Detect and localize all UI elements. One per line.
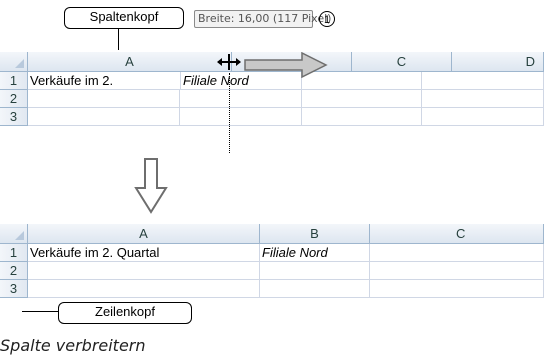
row-header-callout-leader xyxy=(22,311,58,312)
cell-a3[interactable] xyxy=(28,280,260,298)
down-arrow-icon xyxy=(134,158,168,214)
cell-b2[interactable] xyxy=(260,262,370,280)
row-header-1-label: 1 xyxy=(9,245,18,260)
row-header-3-label: 3 xyxy=(9,109,18,124)
column-header-a[interactable]: A xyxy=(28,224,260,244)
cell-b3[interactable] xyxy=(180,108,302,126)
cell-c3[interactable] xyxy=(302,108,422,126)
row-header-callout: Zeilenkopf xyxy=(58,302,192,324)
cell-c2[interactable] xyxy=(370,262,544,280)
column-header-b[interactable]: B xyxy=(260,224,370,244)
figure-caption: Spalte verbreitern xyxy=(0,336,146,355)
callout-leader-line xyxy=(118,29,119,50)
row-header-1[interactable]: 1 xyxy=(0,72,28,90)
row-header-2[interactable]: 2 xyxy=(0,90,28,108)
cell-a1-text: Verkäufe im 2. xyxy=(30,73,114,88)
column-resize-cursor-icon[interactable] xyxy=(216,53,242,71)
row-header-1-label: 1 xyxy=(9,73,18,88)
column-header-c[interactable]: C xyxy=(370,224,544,244)
row-header-1[interactable]: 1 xyxy=(0,244,28,262)
column-header-d[interactable]: D xyxy=(452,52,544,72)
column-header-callout-label: Spaltenkopf xyxy=(89,9,159,24)
cell-a1[interactable]: Verkäufe im 2. xyxy=(28,72,180,90)
row-header-3-label: 3 xyxy=(9,281,18,296)
cell-b1-text: Filiale Nord xyxy=(183,73,249,88)
cell-a1-text: Verkäufe im 2. Quartal xyxy=(30,245,160,260)
column-header-c-label: C xyxy=(456,226,466,241)
select-all-corner[interactable] xyxy=(0,224,28,244)
cell-d3[interactable] xyxy=(422,108,544,126)
row-header-3[interactable]: 3 xyxy=(0,108,28,126)
cell-a2[interactable] xyxy=(28,90,180,108)
cell-a3[interactable] xyxy=(28,108,180,126)
cell-d2[interactable] xyxy=(422,90,544,108)
column-width-tooltip-text: Breite: 16,00 (117 Pixel) xyxy=(198,12,332,25)
column-header-callout: Spaltenkopf xyxy=(64,7,184,29)
column-header-a-label: A xyxy=(125,54,134,69)
row-header-2-label: 2 xyxy=(9,91,18,106)
column-header-c-label: C xyxy=(396,54,407,69)
cell-b2[interactable] xyxy=(180,90,302,108)
select-all-corner[interactable] xyxy=(0,52,28,72)
cell-c2[interactable] xyxy=(302,90,422,108)
drag-right-arrow-icon xyxy=(244,52,328,78)
row-header-2[interactable]: 2 xyxy=(0,262,28,280)
column-header-c[interactable]: C xyxy=(352,52,452,72)
column-header-d-label: D xyxy=(525,54,535,69)
row-header-callout-label: Zeilenkopf xyxy=(95,304,155,319)
cell-a1[interactable]: Verkäufe im 2. Quartal xyxy=(28,244,260,262)
resize-guide-line xyxy=(229,73,230,153)
number-marker-label: 1 xyxy=(323,14,331,26)
number-marker: 1 xyxy=(319,11,335,27)
cell-c3[interactable] xyxy=(370,280,544,298)
cell-a2[interactable] xyxy=(28,262,260,280)
column-width-tooltip: Breite: 16,00 (117 Pixel) xyxy=(194,10,331,28)
row-header-3[interactable]: 3 xyxy=(0,280,28,298)
cell-d1[interactable] xyxy=(422,72,544,90)
cell-c1[interactable] xyxy=(370,244,544,262)
cell-b3[interactable] xyxy=(260,280,370,298)
column-header-a[interactable]: A xyxy=(28,52,232,72)
column-header-b-label: B xyxy=(310,226,319,241)
cell-b1[interactable]: Filiale Nord xyxy=(260,244,370,262)
row-header-2-label: 2 xyxy=(9,263,18,278)
cell-b1-text: Filiale Nord xyxy=(262,245,328,260)
column-header-a-label: A xyxy=(139,226,148,241)
